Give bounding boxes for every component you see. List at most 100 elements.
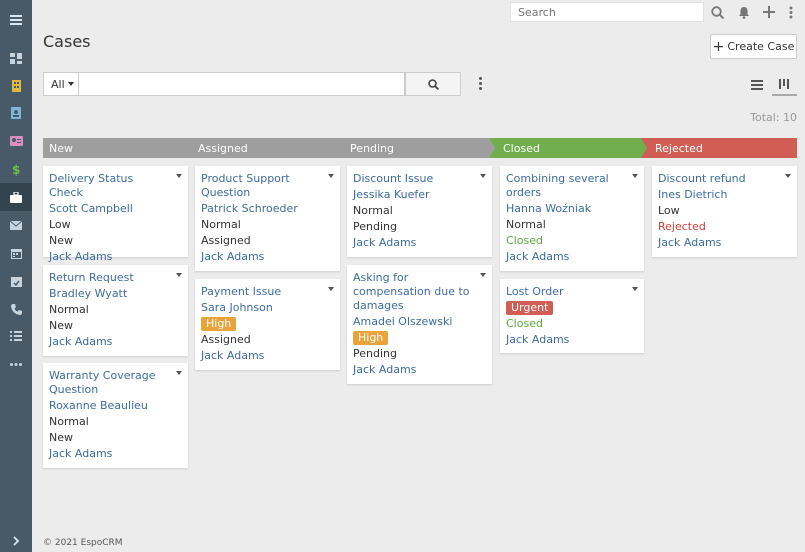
assigned-user-link[interactable]: Jack Adams xyxy=(201,348,334,364)
bell-icon[interactable] xyxy=(736,4,752,20)
contact-link[interactable]: Sara Johnson xyxy=(201,300,334,316)
create-case-button[interactable]: + Create Case xyxy=(710,34,797,59)
tasks-icon[interactable] xyxy=(0,322,32,350)
priority-value: Low xyxy=(658,204,680,217)
menu-icon[interactable] xyxy=(0,6,32,34)
case-name-link[interactable]: Discount Issue xyxy=(353,171,486,187)
kanban-card[interactable]: Discount refund Ines Dietrich Low Reject… xyxy=(652,166,797,257)
kanban-card[interactable]: Payment Issue Sara Johnson High Assigned… xyxy=(195,279,340,370)
kanban-card[interactable]: Delivery Status Check Scott Campbell Low… xyxy=(43,166,188,263)
status-value: Pending xyxy=(353,220,397,233)
phone-icon[interactable] xyxy=(0,295,32,323)
priority-value: Low xyxy=(49,218,71,231)
envelope-icon[interactable] xyxy=(0,211,32,239)
card-menu-caret-icon[interactable] xyxy=(632,287,638,291)
contact-link[interactable]: Patrick Schroeder xyxy=(201,201,334,217)
status-value: New xyxy=(49,319,73,332)
kanban-card[interactable]: Asking for compensation due to damages A… xyxy=(347,265,492,384)
priority-badge: High xyxy=(201,317,237,331)
card-menu-caret-icon[interactable] xyxy=(176,273,182,277)
column-header-pending: Pending xyxy=(336,138,497,158)
more-icon[interactable] xyxy=(0,350,32,378)
kanban-card[interactable]: Product Support Question Patrick Schroed… xyxy=(195,166,340,271)
status-value: Closed xyxy=(506,234,543,247)
card-menu-caret-icon[interactable] xyxy=(480,273,486,277)
kanban-card[interactable]: Lost Order Urgent Closed Jack Adams xyxy=(500,279,644,353)
priority-badge: Urgent xyxy=(506,301,554,315)
global-search-input[interactable] xyxy=(510,2,704,22)
assigned-user-link[interactable]: Jack Adams xyxy=(201,249,334,265)
calendar-check-icon[interactable] xyxy=(0,267,32,295)
assigned-user-link[interactable]: Jack Adams xyxy=(506,249,638,265)
contact-link[interactable]: Ines Dietrich xyxy=(658,187,791,203)
assigned-user-link[interactable]: Jack Adams xyxy=(506,332,638,348)
status-value: Assigned xyxy=(201,333,251,346)
building-icon[interactable] xyxy=(0,72,32,100)
card-menu-caret-icon[interactable] xyxy=(785,174,791,178)
card-menu-caret-icon[interactable] xyxy=(328,287,334,291)
id-card-icon[interactable] xyxy=(0,127,32,155)
dollar-icon[interactable]: $ xyxy=(0,155,32,183)
kanban-card[interactable]: Discount Issue Jessika Kuefer Normal Pen… xyxy=(347,166,492,257)
dashboard-icon[interactable] xyxy=(0,44,32,72)
case-name-link[interactable]: Return Request xyxy=(49,270,182,286)
assigned-user-link[interactable]: Jack Adams xyxy=(49,249,182,265)
plus-icon[interactable] xyxy=(761,4,777,20)
case-name-link[interactable]: Warranty Coverage Question xyxy=(49,368,182,398)
column-header-new: New xyxy=(43,138,194,158)
priority-value: Normal xyxy=(353,204,393,217)
priority-value: Normal xyxy=(49,303,89,316)
case-name-link[interactable]: Asking for compensation due to damages xyxy=(353,270,486,314)
assigned-user-link[interactable]: Jack Adams xyxy=(49,446,182,462)
list-view-button[interactable] xyxy=(746,74,768,96)
status-value: New xyxy=(49,431,73,444)
filter-search-button[interactable] xyxy=(405,72,461,96)
total-count: Total: 10 xyxy=(750,111,797,124)
assigned-user-link[interactable]: Jack Adams xyxy=(353,235,486,251)
card-menu-caret-icon[interactable] xyxy=(176,371,182,375)
kebab-icon[interactable] xyxy=(783,4,799,20)
card-menu-caret-icon[interactable] xyxy=(480,174,486,178)
search-icon[interactable] xyxy=(709,4,725,20)
kanban-view-button[interactable] xyxy=(772,74,797,96)
footer-copyright: © 2021 EspoCRM xyxy=(43,538,123,548)
card-menu-caret-icon[interactable] xyxy=(176,174,182,178)
contact-link[interactable]: Jessika Kuefer xyxy=(353,187,486,203)
contact-link[interactable]: Scott Campbell xyxy=(49,201,182,217)
kanban-card[interactable]: Combining several orders Hanna Woźniak N… xyxy=(500,166,644,271)
card-menu-caret-icon[interactable] xyxy=(632,174,638,178)
filter-options-kebab-icon[interactable] xyxy=(479,77,483,91)
calendar-icon[interactable] xyxy=(0,239,32,267)
case-name-link[interactable]: Discount refund xyxy=(658,171,791,187)
contact-book-icon[interactable] xyxy=(0,99,32,127)
case-name-link[interactable]: Lost Order xyxy=(506,284,638,300)
list-icon xyxy=(751,80,763,90)
card-menu-caret-icon[interactable] xyxy=(328,174,334,178)
plus-icon: + xyxy=(712,38,725,55)
contact-link[interactable]: Hanna Woźniak xyxy=(506,201,638,217)
svg-text:$: $ xyxy=(12,163,20,176)
case-name-link[interactable]: Product Support Question xyxy=(201,171,334,201)
contact-link[interactable]: Amadei Olszewski xyxy=(353,314,486,330)
filter-text-input[interactable] xyxy=(79,72,405,96)
filter-scope-dropdown[interactable]: All xyxy=(43,72,79,96)
assigned-user-link[interactable]: Jack Adams xyxy=(658,235,791,251)
contact-link[interactable]: Bradley Wyatt xyxy=(49,286,182,302)
assigned-user-link[interactable]: Jack Adams xyxy=(49,334,182,350)
chevron-right-icon[interactable] xyxy=(0,527,32,552)
priority-value: Normal xyxy=(49,415,89,428)
create-case-label: Create Case xyxy=(727,40,795,53)
kanban-card[interactable]: Return Request Bradley Wyatt Normal New … xyxy=(43,265,188,356)
status-value: Assigned xyxy=(201,234,251,247)
kanban-card[interactable]: Warranty Coverage Question Roxanne Beaul… xyxy=(43,363,188,468)
case-name-link[interactable]: Delivery Status Check xyxy=(49,171,182,201)
assigned-user-link[interactable]: Jack Adams xyxy=(353,362,486,378)
contact-link[interactable]: Roxanne Beaulieu xyxy=(49,398,182,414)
page-title: Cases xyxy=(43,32,91,51)
case-name-link[interactable]: Payment Issue xyxy=(201,284,334,300)
priority-value: Normal xyxy=(506,218,546,231)
caret-down-icon xyxy=(67,82,74,86)
briefcase-icon[interactable] xyxy=(0,183,32,211)
case-name-link[interactable]: Combining several orders xyxy=(506,171,638,201)
priority-value: Normal xyxy=(201,218,241,231)
